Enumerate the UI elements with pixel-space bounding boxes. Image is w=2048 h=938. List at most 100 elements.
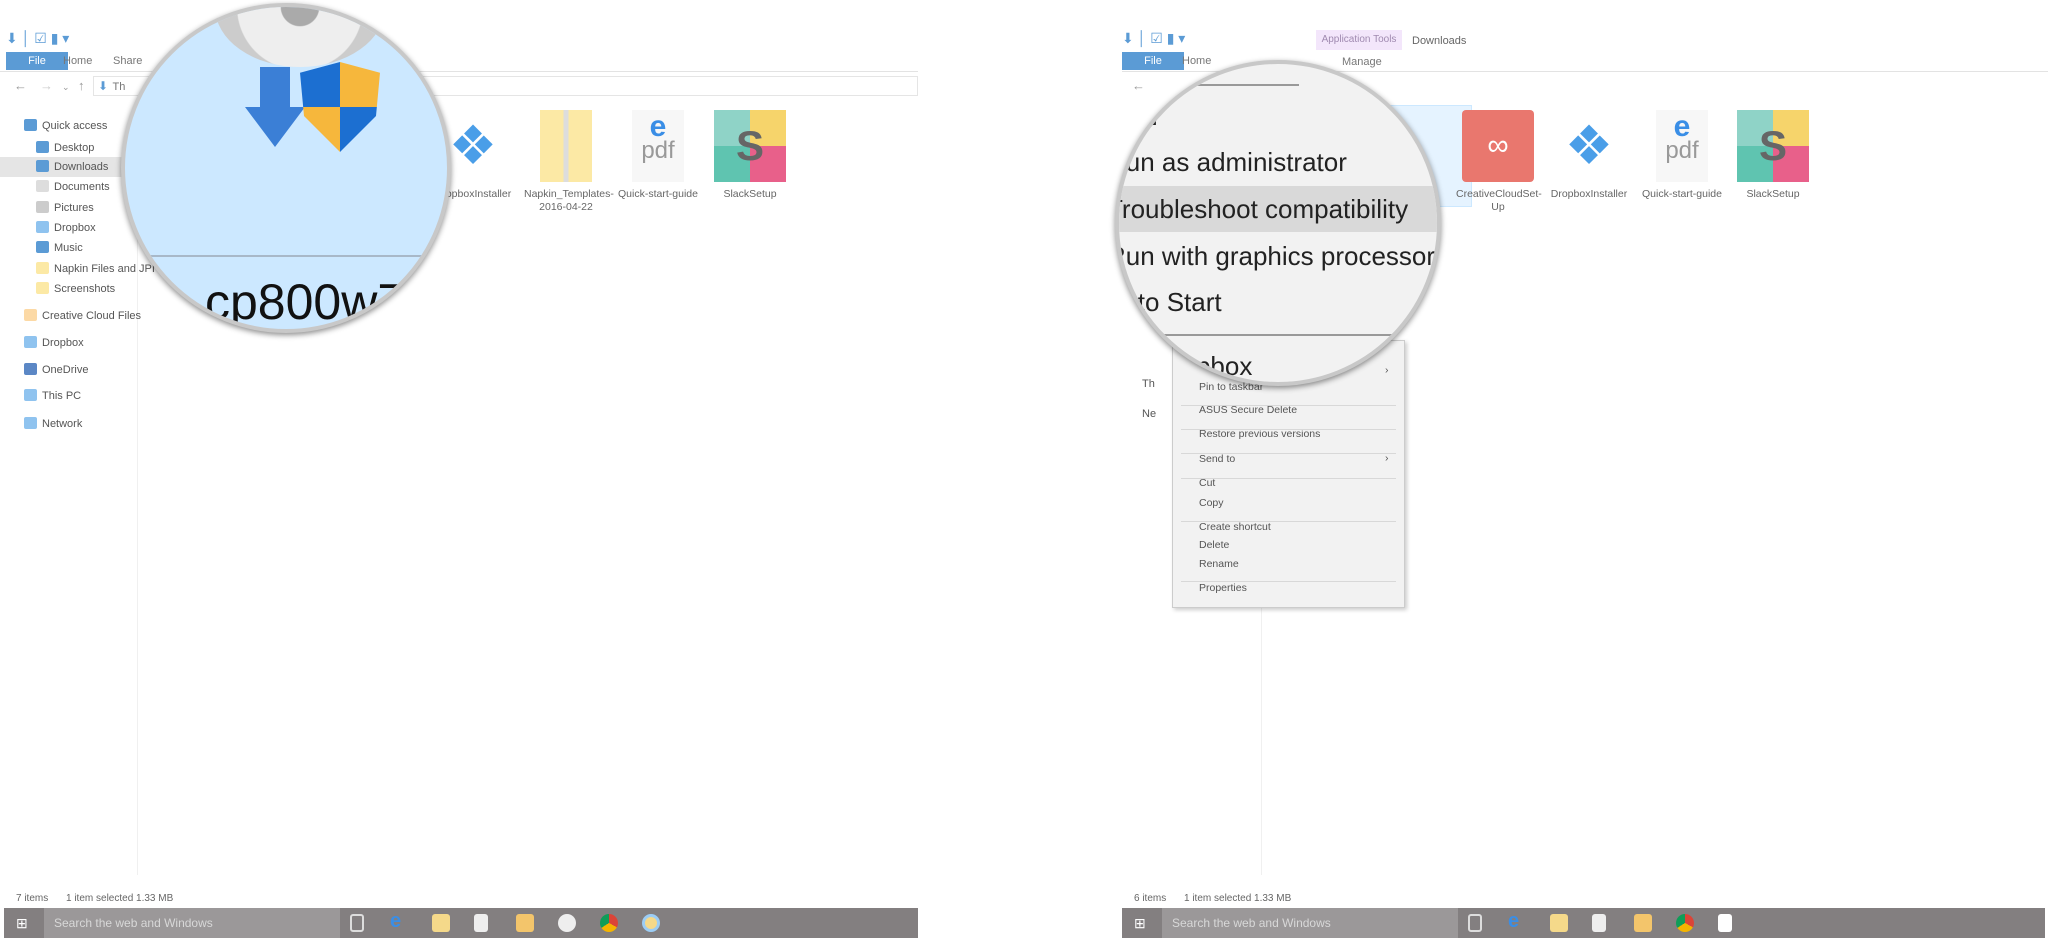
sidebar-item-network[interactable]: Ne	[1142, 408, 1156, 420]
submenu-arrow-icon: ›	[1385, 364, 1389, 376]
task-view-icon[interactable]	[350, 914, 364, 932]
back-button[interactable]: ←	[14, 78, 27, 93]
magnified-menu-item[interactable]: Open	[1119, 93, 1409, 139]
magnified-menu-item[interactable]: Run with graphics processor	[1119, 233, 1435, 279]
menu-top-separator	[1139, 84, 1299, 86]
sidebar-item-label: Dropbox	[42, 337, 84, 349]
magnifier-right: OpenRun as administratorTroubleshoot com…	[1115, 60, 1441, 386]
chrome-icon[interactable]	[600, 914, 618, 932]
context-menu-item[interactable]: Create shortcut	[1199, 521, 1271, 533]
context-menu-item[interactable]: Send to	[1199, 453, 1235, 465]
tab-file[interactable]: File	[1122, 52, 1184, 70]
magnified-menu-item[interactable]: Pin to Start	[1119, 279, 1411, 325]
taskbar-search[interactable]: Search the web and Windows	[1162, 908, 1458, 938]
sidebar-item[interactable]: Dropbox	[0, 218, 138, 238]
chrome-icon[interactable]	[1676, 914, 1694, 932]
sidebar-item[interactable]: Dropbox	[0, 333, 138, 353]
file-item[interactable]: Napkin_Templates-2016-04-22	[524, 110, 614, 214]
magnified-menu-item[interactable]: Share with Dropbox	[1119, 343, 1342, 382]
store-icon[interactable]	[474, 914, 488, 932]
computer-icon	[24, 389, 37, 401]
sidebar-item[interactable]: Pictures	[0, 198, 138, 218]
submenu-arrow-icon: ›	[1385, 452, 1389, 464]
forward-button[interactable]: →	[40, 78, 53, 93]
edge-icon[interactable]: e	[1508, 910, 1526, 932]
sidebar-item[interactable]: OneDrive	[0, 360, 138, 380]
file-item[interactable]: S SlackSetup	[1731, 110, 1815, 201]
creative-cloud-installer-icon: ∞	[1462, 110, 1534, 182]
magnified-menu-item[interactable]: Troubleshoot compatibility	[1119, 186, 1437, 232]
context-menu-item[interactable]: Rename	[1199, 558, 1239, 570]
menu-separator	[1181, 405, 1396, 406]
context-tab-group: Application Tools	[1316, 30, 1402, 50]
dropbox-icon: ❖	[1564, 116, 1614, 176]
up-button[interactable]: ↑	[78, 78, 85, 93]
sidebar-item[interactable]: Screenshots	[0, 279, 138, 299]
chrome-canary-icon[interactable]	[642, 914, 660, 932]
status-selection: 1 item selected 1.33 MB	[66, 893, 174, 904]
recent-dropdown[interactable]: ⌄	[62, 82, 70, 93]
music-icon	[36, 241, 49, 253]
download-icon: ⬇	[98, 79, 109, 93]
file-item[interactable]: S SlackSetup	[708, 110, 792, 201]
status-item-count: 6 items	[1134, 893, 1167, 904]
sidebar-item-label: Music	[54, 242, 83, 254]
taskbar-search[interactable]: Search the web and Windows	[44, 908, 340, 938]
sidebar-item[interactable]: Quick access	[0, 116, 138, 136]
sidebar-item[interactable]: Desktop	[0, 138, 138, 158]
task-view-icon[interactable]	[1468, 914, 1482, 932]
start-button[interactable]: ⊞	[16, 915, 28, 932]
magnified-file-label: cp800w7	[205, 274, 406, 330]
sidebar-item[interactable]: Music	[0, 238, 138, 258]
sidebar-item-label: Screenshots	[54, 283, 116, 295]
tab-share[interactable]: Share	[113, 55, 142, 67]
uac-shield-icon	[300, 62, 380, 152]
file-item[interactable]: e pdf Quick-start-guide	[1640, 110, 1724, 201]
quick-access-toolbar[interactable]: ⬇ │ ☑ ▮ ▾	[6, 30, 69, 47]
sidebar-item[interactable]: Documents	[0, 177, 138, 197]
network-icon	[24, 417, 37, 429]
app-icon[interactable]	[558, 914, 576, 932]
tab-file[interactable]: File	[6, 52, 68, 70]
magnified-menu-item[interactable]: Run as administrator	[1119, 139, 1425, 185]
tab-home[interactable]: Home	[63, 55, 92, 67]
file-item[interactable]: ❖ DropboxInstaller	[1547, 110, 1631, 201]
document-icon[interactable]	[1718, 914, 1732, 932]
tab-manage[interactable]: Manage	[1342, 56, 1382, 68]
sidebar-item[interactable]: Creative Cloud Files	[0, 306, 141, 326]
sidebar-item[interactable]: This PC	[0, 386, 138, 406]
context-menu-item[interactable]: Delete	[1199, 539, 1229, 551]
context-menu-item[interactable]: Properties	[1199, 582, 1247, 594]
file-item[interactable]: ∞ CreativeCloudSet-Up	[1456, 110, 1542, 214]
pictures-icon	[36, 201, 49, 213]
download-arrow-icon	[245, 67, 305, 147]
slack-icon: S	[714, 110, 786, 182]
file-explorer-icon[interactable]	[1550, 914, 1568, 932]
start-button[interactable]: ⊞	[1134, 915, 1146, 932]
file-label: CreativeCloudSet-Up	[1456, 188, 1542, 213]
sidebar-item[interactable]: Downloads	[0, 157, 138, 177]
file-label: Quick-start-guide	[1642, 188, 1722, 200]
context-menu-item[interactable]: Copy	[1199, 497, 1224, 509]
file-explorer-icon[interactable]	[432, 914, 450, 932]
sidebar-item[interactable]: Network	[0, 414, 138, 434]
menu-separator	[1129, 334, 1429, 336]
menu-separator	[1181, 478, 1396, 479]
divider	[125, 255, 447, 257]
file-label: Quick-start-guide	[618, 188, 698, 200]
sidebar-item[interactable]: Napkin Files and JPI	[0, 259, 155, 279]
sticky-notes-icon[interactable]	[1634, 914, 1652, 932]
file-label: SlackSetup	[1746, 188, 1800, 200]
slack-icon: S	[1737, 110, 1809, 182]
sidebar-item-label: This PC	[42, 390, 82, 402]
store-icon[interactable]	[1592, 914, 1606, 932]
quick-access-toolbar[interactable]: ⬇ │ ☑ ▮ ▾	[1122, 30, 1185, 47]
dropbox-icon	[36, 221, 49, 233]
tab-home[interactable]: Home	[1182, 55, 1211, 67]
disc-icon	[215, 7, 385, 67]
edge-icon[interactable]: e	[390, 910, 408, 932]
status-selection: 1 item selected 1.33 MB	[1184, 893, 1292, 904]
menu-separator	[1181, 429, 1396, 430]
sticky-notes-icon[interactable]	[516, 914, 534, 932]
file-item[interactable]: e pdf Quick-start-guide	[616, 110, 700, 201]
